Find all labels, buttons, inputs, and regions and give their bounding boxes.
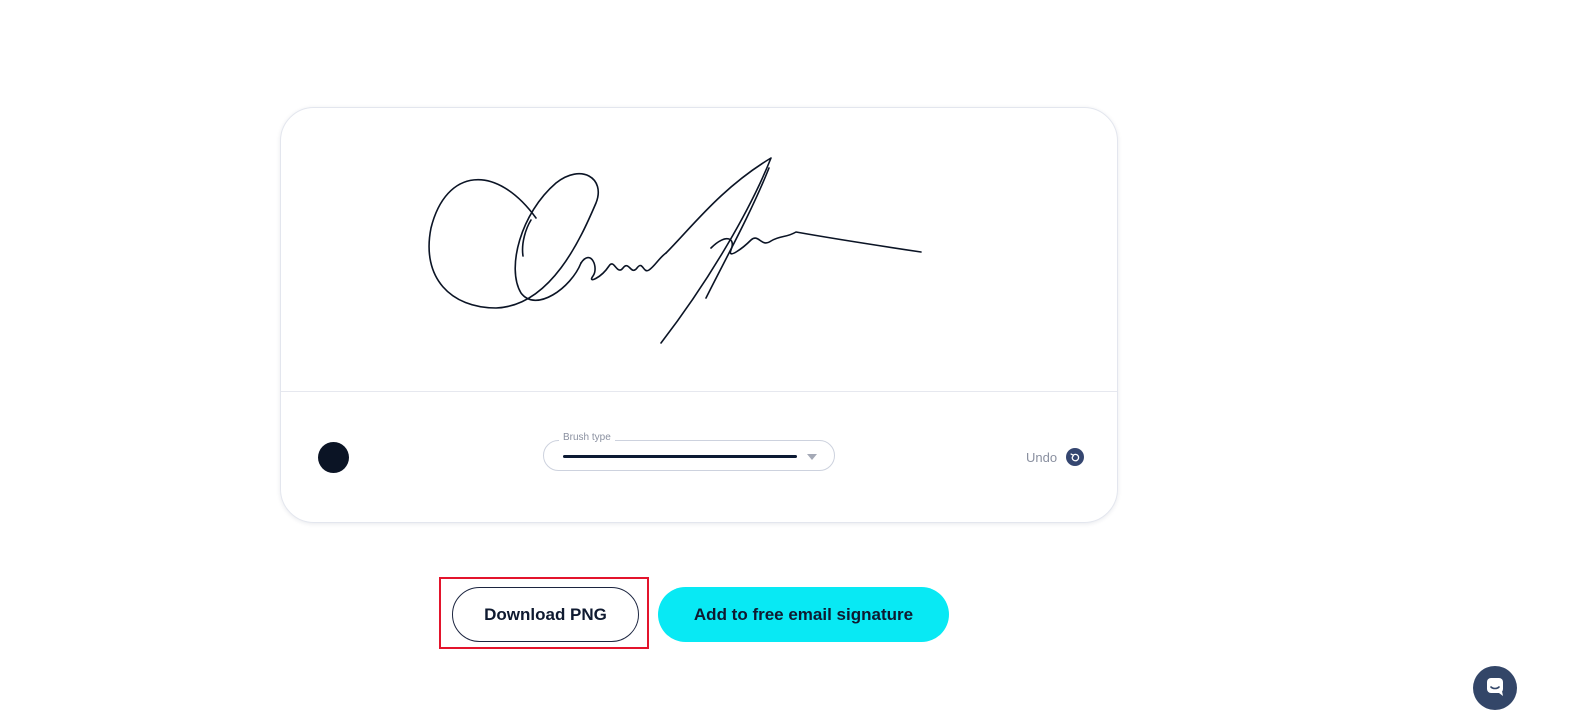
signature-stroke xyxy=(428,157,922,344)
divider xyxy=(281,391,1117,392)
brush-type-label: Brush type xyxy=(559,431,615,445)
brush-color-picker[interactable] xyxy=(318,442,349,473)
download-png-button[interactable]: Download PNG xyxy=(452,587,639,642)
chevron-down-icon xyxy=(807,454,817,460)
add-to-email-signature-button[interactable]: Add to free email signature xyxy=(658,587,949,642)
undo-icon xyxy=(1066,448,1085,466)
signature-pad-card: Brush type Undo xyxy=(280,107,1118,523)
undo-label: Undo xyxy=(1026,449,1058,465)
signature-canvas[interactable] xyxy=(281,108,1117,391)
brush-type-select[interactable]: Brush type xyxy=(543,431,835,471)
chat-icon xyxy=(1484,675,1506,702)
brush-preview-line xyxy=(563,455,797,458)
undo-button[interactable]: Undo xyxy=(1026,448,1085,466)
chat-launcher-button[interactable] xyxy=(1473,666,1517,710)
